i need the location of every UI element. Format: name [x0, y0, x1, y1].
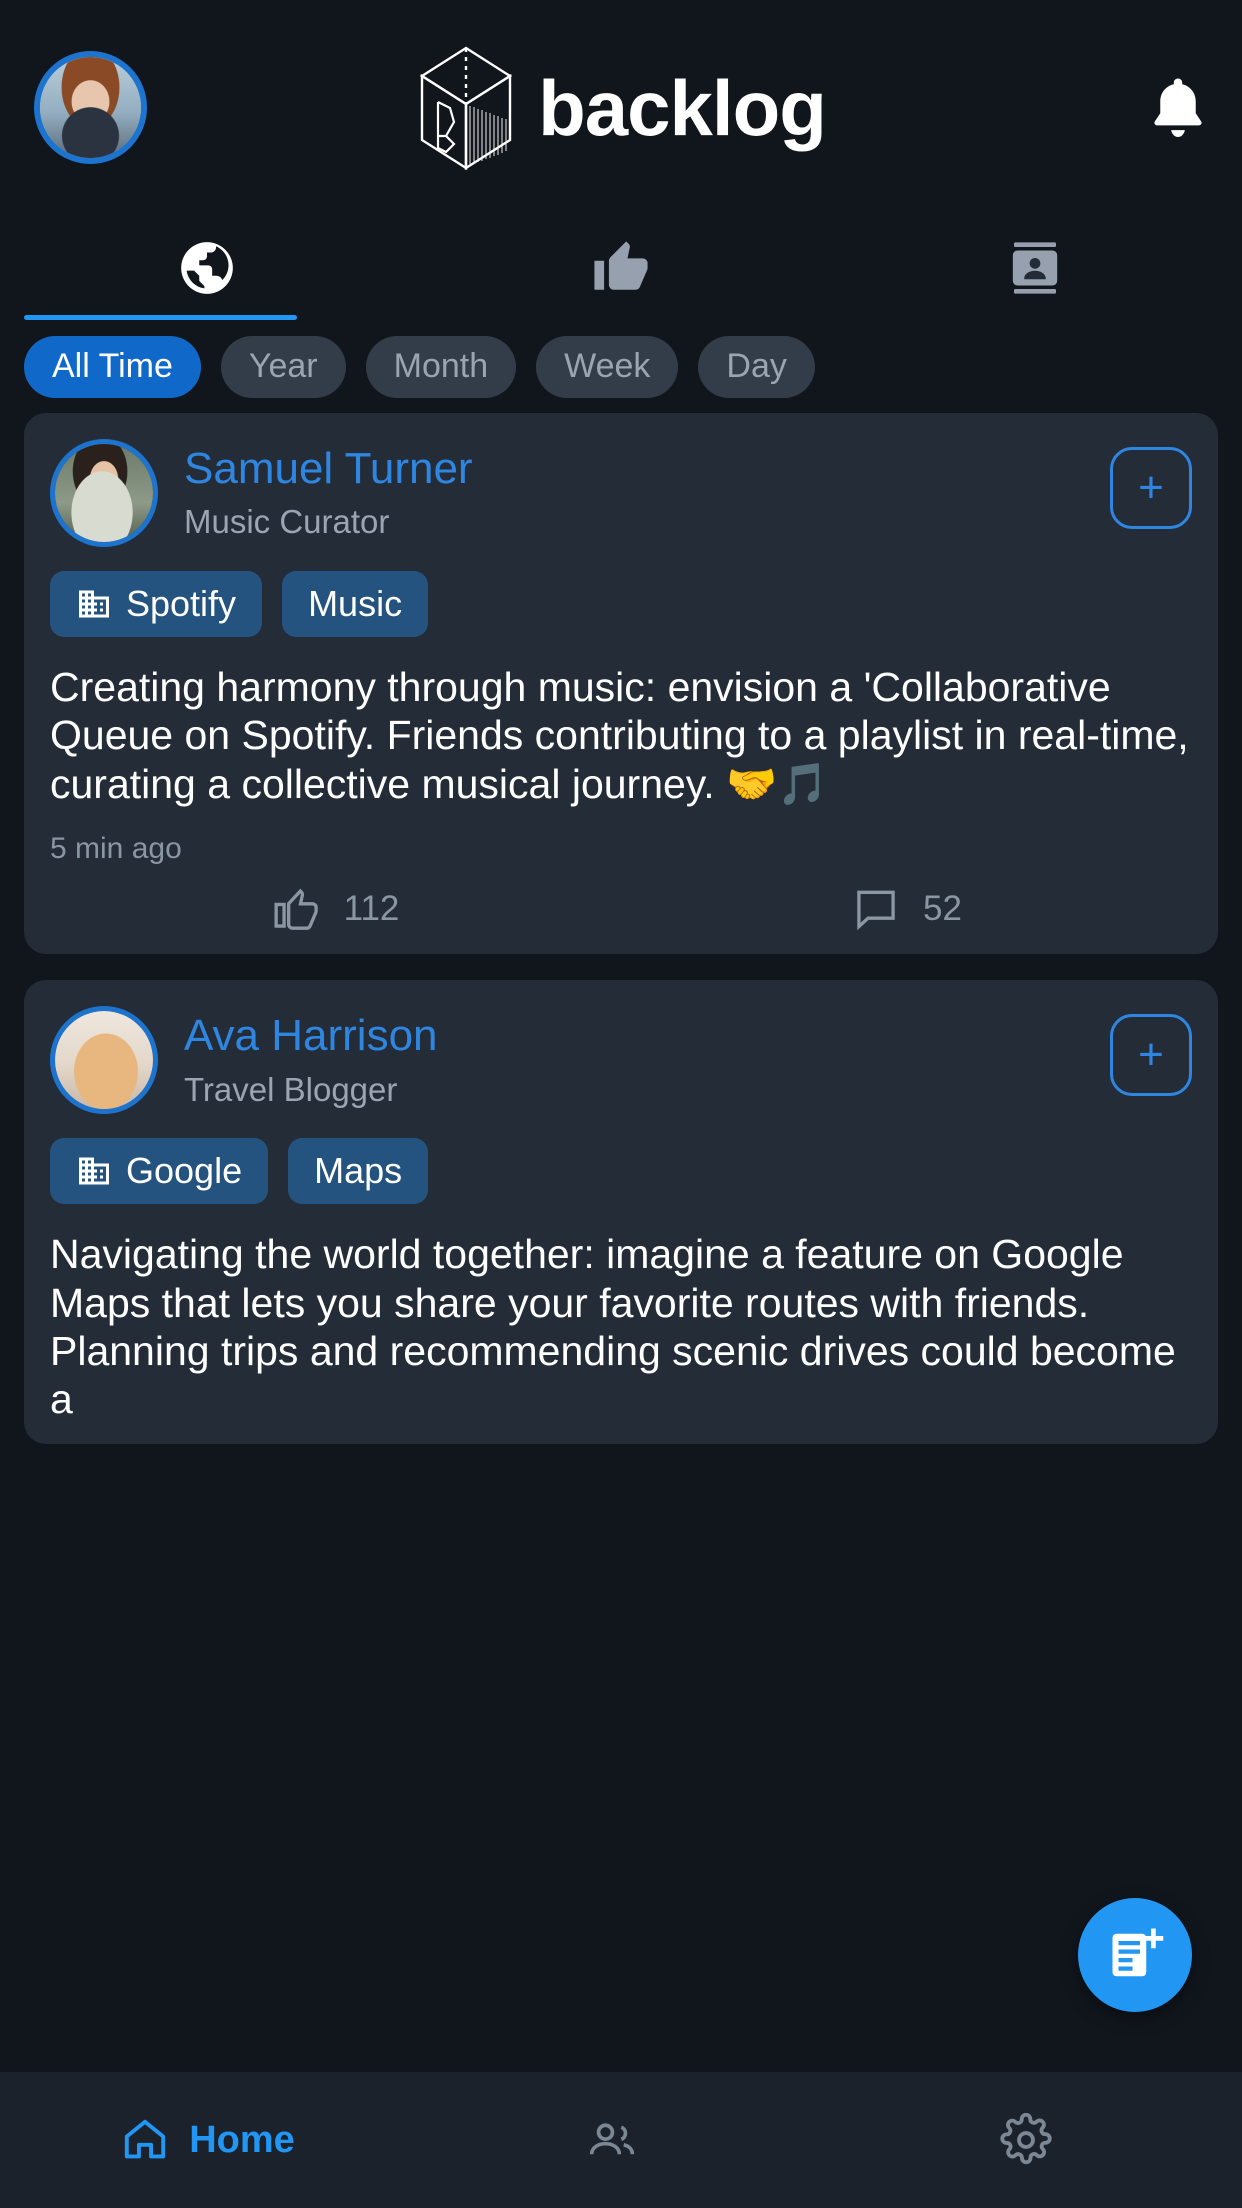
post-feed[interactable]: Samuel Turner Music Curator + Spotify Mu…: [0, 413, 1242, 2072]
new-post-icon: [1112, 1928, 1164, 1977]
author-avatar-image: [55, 444, 153, 542]
notification-bell-icon[interactable]: [1148, 76, 1208, 140]
gear-icon: [1000, 2113, 1052, 2165]
post-header: Samuel Turner Music Curator +: [50, 439, 1192, 547]
people-icon: [589, 2123, 635, 2155]
tag-topic[interactable]: Maps: [288, 1138, 429, 1205]
home-icon: [125, 2119, 166, 2159]
post-tags: Spotify Music: [50, 571, 1192, 637]
bottom-navigation: Home: [0, 2072, 1242, 2208]
author-name[interactable]: Ava Harrison: [184, 1011, 1084, 1060]
tag-company-label: Google: [126, 1150, 243, 1192]
brand-name: backlog: [538, 63, 827, 152]
new-post-fab[interactable]: [1078, 1898, 1192, 2012]
active-tab-indicator: [24, 315, 297, 320]
time-filter-chips: All Time Year Month Week Day: [0, 320, 1242, 413]
tag-company[interactable]: Google: [50, 1138, 269, 1205]
filter-chip-month[interactable]: Month: [365, 335, 517, 398]
author-role: Music Curator: [184, 503, 390, 541]
tag-company[interactable]: Spotify: [50, 571, 263, 637]
follow-button[interactable]: +: [1110, 1014, 1192, 1097]
post-card[interactable]: Samuel Turner Music Curator + Spotify Mu…: [24, 413, 1218, 955]
cube-logo-icon: [419, 46, 513, 170]
comment-bubble-icon: [857, 890, 895, 931]
author-avatar[interactable]: [50, 439, 158, 547]
thumbs-up-icon: [274, 888, 318, 930]
tab-likes[interactable]: [414, 215, 828, 320]
nav-item-people[interactable]: [414, 2114, 828, 2166]
globe-icon: [181, 241, 233, 294]
tag-topic[interactable]: Music: [282, 571, 429, 637]
like-count: 112: [343, 889, 400, 929]
brand: backlog: [0, 44, 1242, 172]
filter-chip-year[interactable]: Year: [220, 335, 346, 398]
tab-globe[interactable]: [0, 215, 414, 320]
nav-item-settings[interactable]: [828, 2113, 1242, 2167]
author-info: Samuel Turner Music Curator: [184, 439, 1084, 541]
author-avatar[interactable]: [50, 1006, 158, 1115]
app-header: backlog: [0, 0, 1242, 215]
post-tags: Google Maps: [50, 1138, 1192, 1205]
avatar[interactable]: [34, 51, 147, 164]
thumbs-up-icon: [594, 240, 648, 290]
tag-topic-label: Maps: [314, 1150, 403, 1192]
comment-action[interactable]: 52: [621, 884, 1192, 934]
filter-chip-all-time[interactable]: All Time: [24, 335, 201, 398]
app-screen: backlog All Time Year Month Week Day Sam…: [0, 0, 1242, 2208]
filter-chip-week[interactable]: Week: [536, 335, 679, 398]
author-info: Ava Harrison Travel Blogger: [184, 1006, 1084, 1108]
nav-item-home[interactable]: Home: [0, 2114, 414, 2166]
comment-count: 52: [923, 889, 962, 929]
post-actions: 112 52: [50, 884, 1192, 934]
post-timestamp: 5 min ago: [50, 832, 182, 866]
post-header: Ava Harrison Travel Blogger +: [50, 1006, 1192, 1115]
author-name[interactable]: Samuel Turner: [184, 444, 1084, 493]
contact-card-icon: [1012, 241, 1058, 294]
avatar-image: [40, 57, 141, 158]
post-body: Creating harmony through music: envision…: [50, 664, 1189, 807]
like-action[interactable]: 112: [50, 884, 621, 934]
tag-topic-label: Music: [308, 583, 403, 624]
author-avatar-image: [55, 1011, 153, 1110]
tag-company-label: Spotify: [126, 583, 237, 624]
post-card[interactable]: Ava Harrison Travel Blogger + Google Map…: [24, 980, 1218, 1444]
company-building-icon: [79, 1157, 109, 1185]
company-building-icon: [79, 590, 109, 618]
tab-contacts[interactable]: [828, 215, 1242, 320]
top-tab-bar: [0, 215, 1242, 320]
filter-chip-day[interactable]: Day: [698, 335, 815, 398]
post-body: Navigating the world together: imagine a…: [50, 1231, 1176, 1423]
follow-button[interactable]: +: [1110, 447, 1192, 529]
nav-item-home-label: Home: [189, 2118, 295, 2161]
author-role: Travel Blogger: [184, 1070, 398, 1108]
